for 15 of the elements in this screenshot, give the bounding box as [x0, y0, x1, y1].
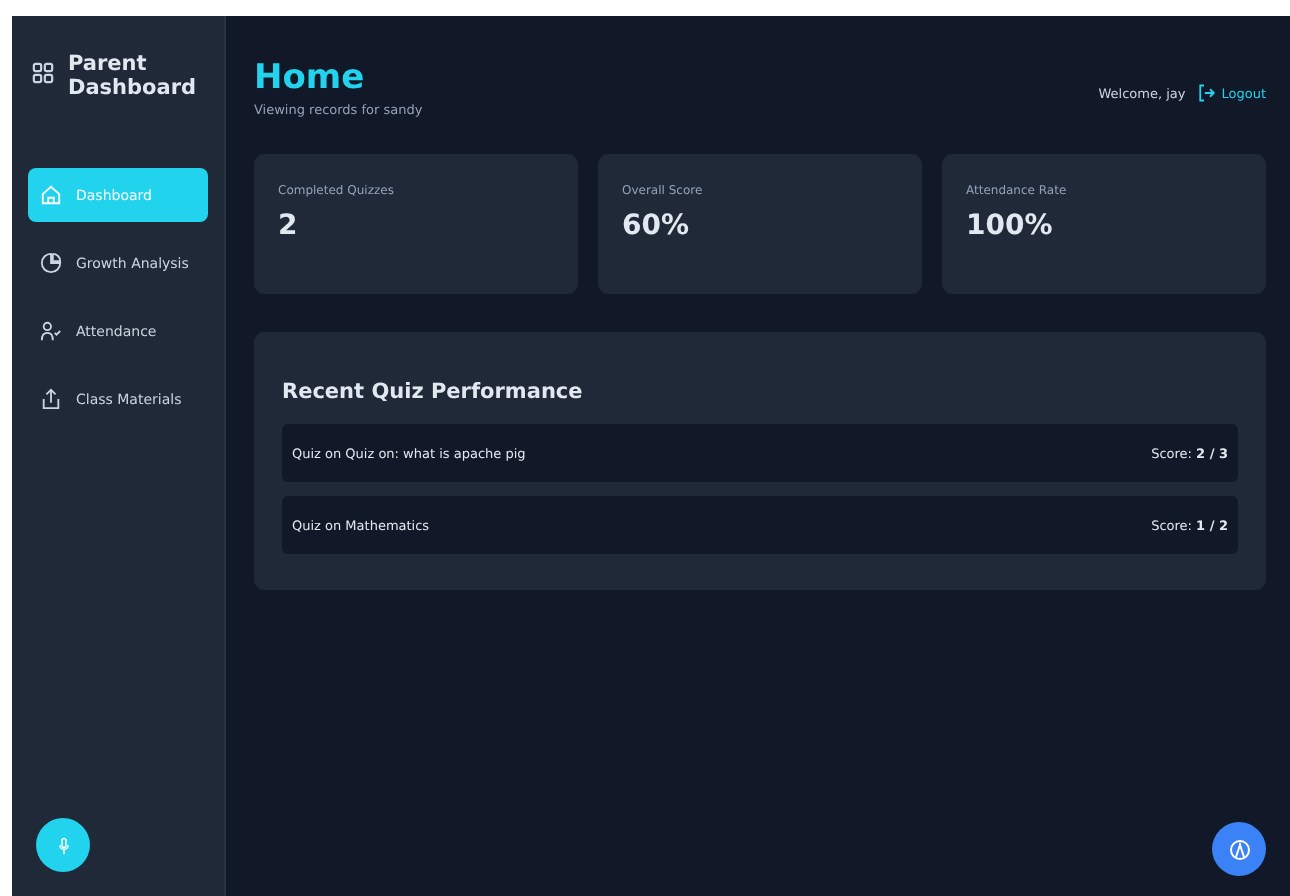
stat-value: 60% — [622, 210, 692, 242]
microphone-button[interactable] — [36, 818, 90, 872]
grid-icon — [32, 62, 54, 84]
home-icon — [40, 184, 62, 206]
stat-value: 100% — [966, 210, 1055, 242]
user-check-icon — [40, 320, 62, 342]
section-title: Recent Quiz Performance — [282, 380, 585, 404]
microphone-icon — [53, 835, 73, 855]
compass-icon — [1227, 837, 1251, 861]
logout-icon — [1197, 84, 1216, 102]
page-title: Home — [254, 60, 367, 96]
assistant-button[interactable] — [1212, 822, 1266, 876]
upload-icon — [40, 388, 62, 410]
stat-value: 2 — [278, 210, 300, 242]
pie-chart-icon — [40, 252, 62, 274]
